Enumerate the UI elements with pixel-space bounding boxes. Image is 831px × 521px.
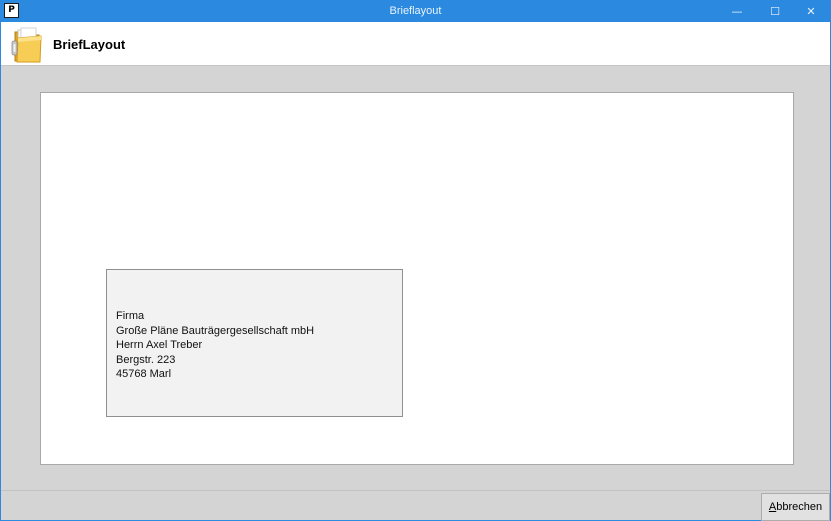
- page-title: BriefLayout: [53, 37, 126, 52]
- cancel-button[interactable]: Abbrechen: [761, 493, 830, 521]
- address-line: Herrn Axel Treber: [116, 339, 203, 351]
- address-window[interactable]: Firma Große Pläne Bauträgergesellschaft …: [106, 269, 403, 417]
- minimize-button[interactable]: —: [722, 1, 752, 22]
- address-line: Bergstr. 223: [116, 353, 176, 366]
- footer-bar: Abbrechen: [1, 490, 830, 521]
- address-line: Firma: [116, 310, 145, 322]
- close-button[interactable]: ✕: [796, 1, 826, 22]
- letter-preview: Firma Große Pläne Bauträgergesellschaft …: [40, 92, 794, 465]
- brieflayout-window: P Brieflayout — ☐ ✕ BriefLayout Firma Gr…: [0, 0, 831, 521]
- content-area: Firma Große Pläne Bauträgergesellschaft …: [1, 67, 830, 490]
- header-bar: BriefLayout: [1, 22, 830, 66]
- folder-icon: [11, 27, 42, 63]
- window-title: Brieflayout: [389, 5, 442, 17]
- cancel-label: bbrechen: [776, 501, 823, 513]
- address-line: Große Pläne Bauträgergesellschaft mbH: [116, 324, 315, 337]
- maximize-button[interactable]: ☐: [760, 1, 790, 22]
- address-line: 45768 Marl: [116, 368, 172, 380]
- title-bar[interactable]: P Brieflayout — ☐ ✕: [1, 1, 830, 22]
